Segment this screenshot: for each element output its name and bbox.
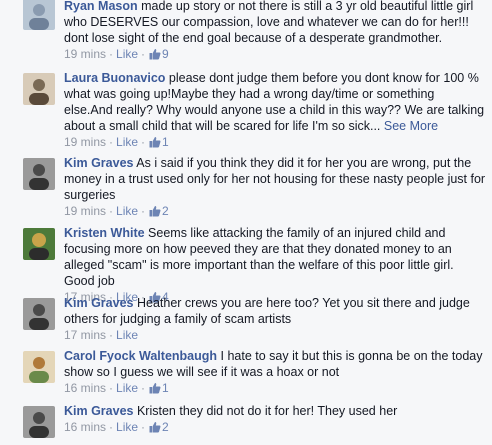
avatar[interactable] xyxy=(23,228,55,260)
meta-separator: · xyxy=(109,47,114,61)
avatar-photo-icon xyxy=(23,158,55,190)
like-link[interactable]: Like xyxy=(116,420,138,434)
comment-time[interactable]: 17 mins xyxy=(64,328,106,342)
meta-separator: · xyxy=(109,204,114,218)
meta-separator: · xyxy=(141,135,146,149)
comment-author[interactable]: Kim Graves xyxy=(64,156,133,170)
comment-body: Kim Graves As i said if you think they d… xyxy=(64,155,486,221)
meta-separator: · xyxy=(109,328,114,342)
meta-separator: · xyxy=(141,420,146,434)
comment-author[interactable]: Carol Fyock Waltenbaugh xyxy=(64,349,217,363)
thumbs-up-icon[interactable] xyxy=(149,205,161,221)
avatar-photo-icon xyxy=(23,351,55,383)
comment-author[interactable]: Kim Graves xyxy=(64,296,133,310)
comment-text: Kristen they did not do it for her! They… xyxy=(136,404,398,418)
comment-body: Ryan Mason made up story or not there is… xyxy=(64,0,486,64)
meta-separator: · xyxy=(141,381,146,395)
avatar-photo-icon xyxy=(23,228,55,260)
meta-separator: · xyxy=(141,204,146,218)
comment-author[interactable]: Kim Graves xyxy=(64,404,133,418)
comment-time[interactable]: 19 mins xyxy=(64,204,106,218)
comment-body: Kim Graves Kristen they did not do it fo… xyxy=(64,403,486,437)
comment-list: Ryan Mason made up story or not there is… xyxy=(0,0,492,445)
comment-meta: 19 mins · Like · 2 xyxy=(64,203,486,221)
comment-author[interactable]: Laura Buonavico xyxy=(64,71,165,85)
comment-meta: 19 mins · Like · 1 xyxy=(64,134,486,152)
meta-separator: · xyxy=(109,420,114,434)
comment-meta: 17 mins · Like xyxy=(64,327,486,343)
comment-meta: 19 mins · Like · 9 xyxy=(64,46,486,64)
like-count[interactable]: 2 xyxy=(162,204,169,218)
avatar[interactable] xyxy=(23,73,55,105)
comment-time[interactable]: 16 mins xyxy=(64,420,106,434)
meta-separator: · xyxy=(109,135,114,149)
meta-separator: · xyxy=(141,47,146,61)
thumbs-up-icon[interactable] xyxy=(149,136,161,152)
avatar[interactable] xyxy=(23,406,55,438)
comment-body: Carol Fyock Waltenbaugh I hate to say it… xyxy=(64,348,486,398)
comment-time[interactable]: 19 mins xyxy=(64,47,106,61)
avatar[interactable] xyxy=(23,158,55,190)
thumbs-up-icon[interactable] xyxy=(149,382,161,398)
like-count[interactable]: 2 xyxy=(162,420,169,434)
comment-author[interactable]: Kristen White xyxy=(64,226,145,240)
avatar[interactable] xyxy=(23,0,55,30)
like-link[interactable]: Like xyxy=(116,381,138,395)
thumbs-up-icon[interactable] xyxy=(149,421,161,437)
avatar[interactable] xyxy=(23,298,55,330)
like-link[interactable]: Like xyxy=(116,328,138,342)
thumbs-up-icon[interactable] xyxy=(149,48,161,64)
comment-meta: 16 mins · Like · 1 xyxy=(64,380,486,398)
like-link[interactable]: Like xyxy=(116,204,138,218)
avatar-photo-icon xyxy=(23,298,55,330)
like-link[interactable]: Like xyxy=(116,135,138,149)
comment-time[interactable]: 19 mins xyxy=(64,135,106,149)
comment-body: Laura Buonavico please dont judge them b… xyxy=(64,70,486,152)
like-count[interactable]: 9 xyxy=(162,47,169,61)
meta-separator: · xyxy=(109,381,114,395)
like-link[interactable]: Like xyxy=(116,47,138,61)
comment-body: Kim Graves Heather crews you are here to… xyxy=(64,295,486,343)
like-count[interactable]: 1 xyxy=(162,381,169,395)
see-more-link[interactable]: See More xyxy=(384,119,438,133)
avatar-photo-icon xyxy=(23,406,55,438)
avatar-photo-icon xyxy=(23,73,55,105)
avatar-photo-icon xyxy=(23,0,55,30)
comment-time[interactable]: 16 mins xyxy=(64,381,106,395)
comment-author[interactable]: Ryan Mason xyxy=(64,0,138,13)
like-count[interactable]: 1 xyxy=(162,135,169,149)
avatar[interactable] xyxy=(23,351,55,383)
comment-meta: 16 mins · Like · 2 xyxy=(64,419,486,437)
